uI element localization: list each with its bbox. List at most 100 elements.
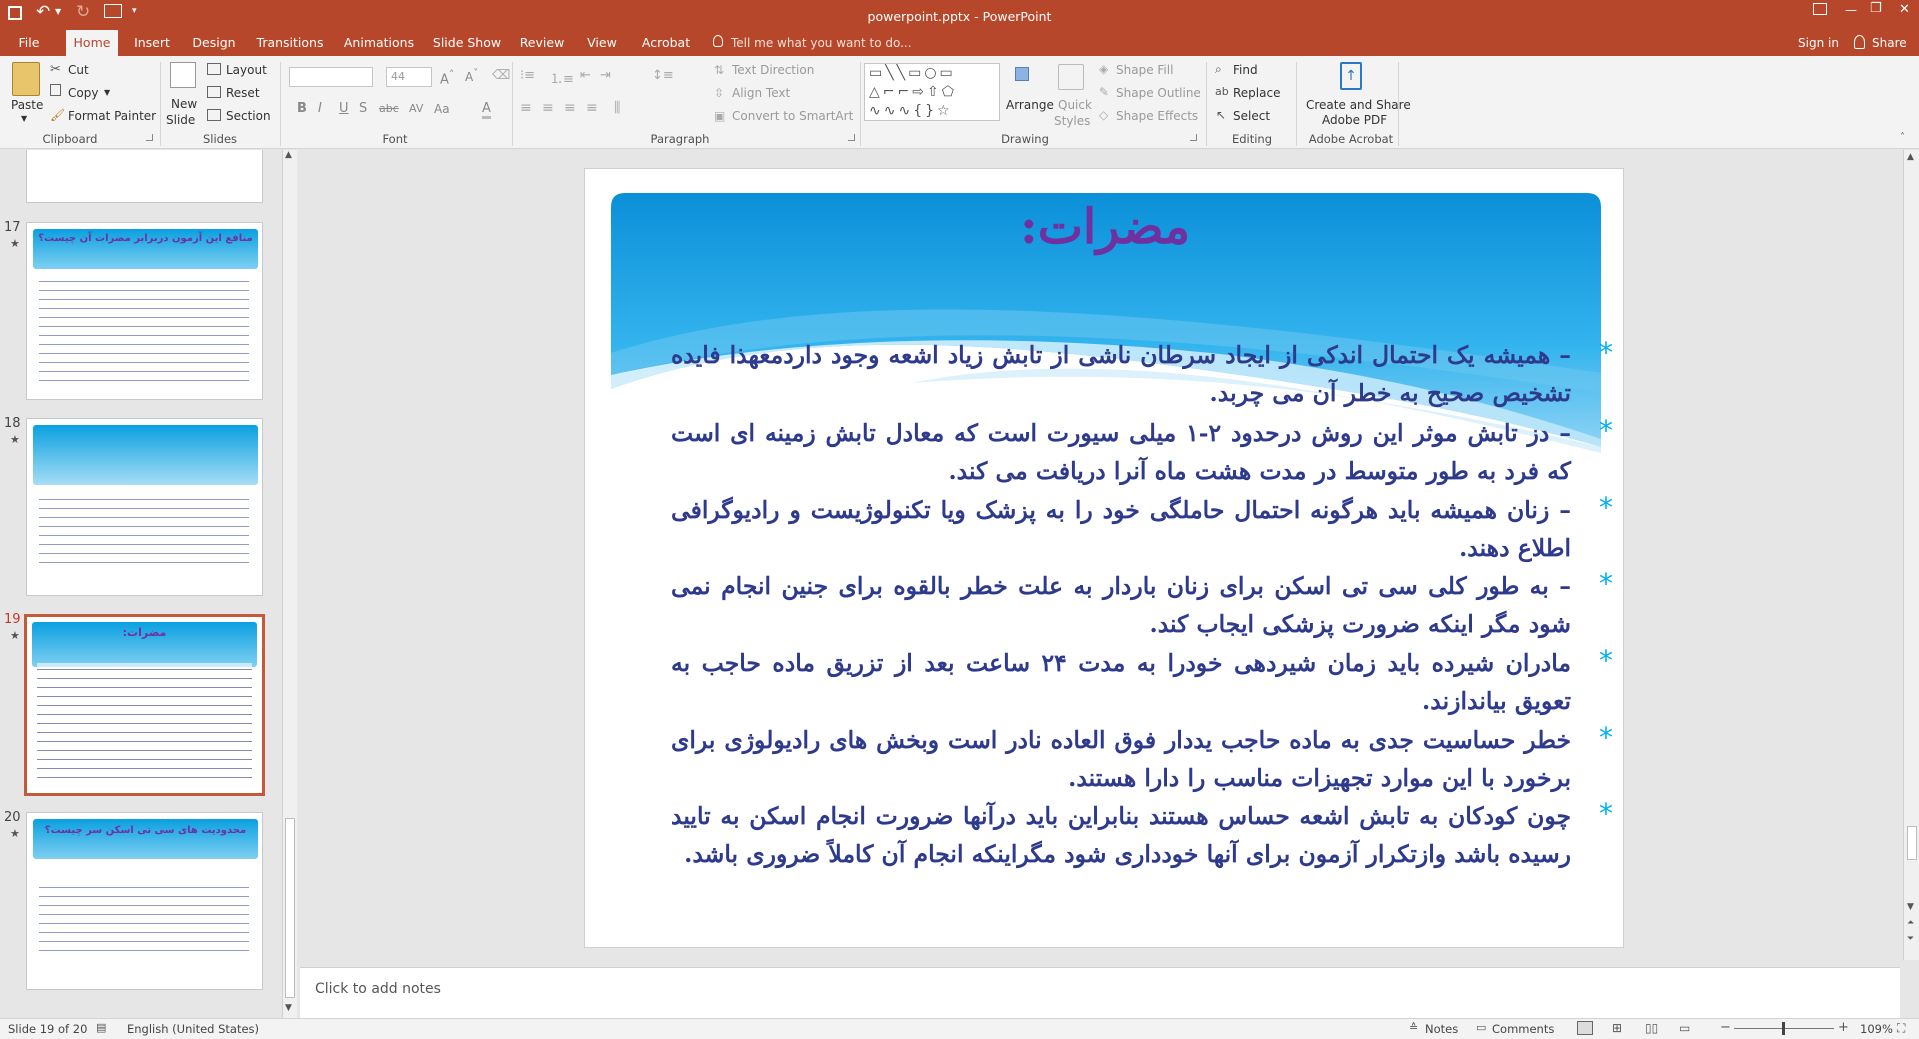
slide-counter[interactable]: Slide 19 of 20 xyxy=(8,1022,87,1036)
thumbnail-slide-18[interactable] xyxy=(26,418,263,596)
scroll-down-arrow-icon[interactable]: ▼ xyxy=(1907,902,1914,912)
clipboard-launcher-icon[interactable] xyxy=(146,134,153,141)
slide-show-icon[interactable]: ▭ xyxy=(1679,1021,1690,1035)
tab-review[interactable]: Review xyxy=(516,30,568,56)
new-slide-button-line1[interactable]: New xyxy=(171,97,197,111)
italic-icon[interactable]: I xyxy=(318,101,322,116)
shape-fill-button[interactable]: Shape Fill xyxy=(1116,63,1173,77)
clear-formatting-icon[interactable]: ⌫ xyxy=(492,68,510,83)
shape-effects-button[interactable]: Shape Effects xyxy=(1116,109,1198,123)
change-case-icon[interactable]: Aa xyxy=(434,102,450,116)
scroll-up-arrow-icon[interactable]: ▲ xyxy=(1907,152,1914,162)
notes-pane[interactable]: Click to add notes xyxy=(300,967,1900,1018)
tab-transitions[interactable]: Transitions xyxy=(250,30,330,56)
ribbon-display-options-icon[interactable] xyxy=(1813,3,1827,15)
comments-button[interactable]: Comments xyxy=(1492,1022,1554,1036)
cut-button[interactable]: Cut xyxy=(68,63,89,77)
quick-styles-icon[interactable] xyxy=(1058,64,1084,90)
decrease-indent-icon[interactable]: ⇤ xyxy=(580,68,591,83)
tell-me-box[interactable]: Tell me what you want to do... xyxy=(731,36,912,50)
align-right-icon[interactable]: ≡ xyxy=(564,100,576,116)
scrollbar-thumb[interactable] xyxy=(1907,826,1917,860)
new-slide-button-line2[interactable]: Slide xyxy=(166,113,195,127)
slide-bullet-2[interactable]: * – دز تابش موثر این روش درحدود ۲-۱ میلی… xyxy=(663,414,1623,494)
font-size-box[interactable]: 44 xyxy=(386,67,432,87)
reading-view-icon[interactable]: ▯▯ xyxy=(1645,1021,1658,1035)
thumbnail-slide-16[interactable] xyxy=(26,150,263,203)
notes-button[interactable]: Notes xyxy=(1425,1022,1458,1036)
layout-button[interactable]: Layout xyxy=(226,63,267,77)
shadow-icon[interactable]: S xyxy=(359,101,367,116)
paragraph-launcher-icon[interactable] xyxy=(848,134,855,141)
close-button[interactable]: ✕ xyxy=(1899,2,1910,17)
new-slide-icon[interactable] xyxy=(170,62,196,88)
justify-icon[interactable]: ≡ xyxy=(586,100,598,116)
language-indicator[interactable]: English (United States) xyxy=(127,1022,259,1036)
scroll-down-arrow-icon[interactable]: ▼ xyxy=(285,1003,292,1013)
slide-bullet-3[interactable]: * – زنان همیشه باید هرگونه احتمال حاملگی… xyxy=(663,491,1623,571)
tab-file[interactable]: File xyxy=(8,30,50,56)
align-text-button[interactable]: Align Text xyxy=(732,86,790,100)
tab-view[interactable]: View xyxy=(580,30,624,56)
paste-button[interactable]: Paste xyxy=(11,98,43,112)
shape-outline-button[interactable]: Shape Outline xyxy=(1116,86,1201,100)
align-center-icon[interactable]: ≡ xyxy=(542,100,554,116)
shapes-gallery[interactable]: ▭╲╲▭○▭ △⌐⌐⇨⇧⬠ ∿∿∿{}☆ xyxy=(864,63,1000,121)
align-left-icon[interactable]: ≡ xyxy=(520,100,532,116)
tab-slide-show[interactable]: Slide Show xyxy=(430,30,504,56)
zoom-slider-thumb[interactable] xyxy=(1782,1022,1785,1035)
tab-acrobat[interactable]: Acrobat xyxy=(636,30,696,56)
share-button[interactable]: Share xyxy=(1872,36,1907,50)
font-color-icon[interactable]: A xyxy=(482,101,491,119)
section-button[interactable]: Section xyxy=(226,109,271,123)
fit-to-window-icon[interactable]: ⛶ xyxy=(1897,1021,1905,1036)
zoom-in-icon[interactable]: + xyxy=(1838,1020,1849,1035)
previous-slide-icon[interactable]: ⏶ xyxy=(1907,918,1914,928)
thumbnail-scrollbar[interactable]: ▲ ▼ xyxy=(282,150,297,1018)
slide-bullet-1[interactable]: * – همیشه یک احتمال اندکی از ایجاد سرطان… xyxy=(663,336,1623,416)
tab-insert[interactable]: Insert xyxy=(126,30,178,56)
tab-animations[interactable]: Animations xyxy=(342,30,416,56)
columns-icon[interactable]: ⫼ xyxy=(614,100,620,116)
find-button[interactable]: Find xyxy=(1233,63,1258,77)
zoom-slider[interactable] xyxy=(1734,1022,1834,1035)
arrange-icon[interactable] xyxy=(1013,64,1039,90)
replace-button[interactable]: Replace xyxy=(1233,86,1280,100)
thumbnail-slide-17[interactable]: منافع این آزمون دربرابر مضرات آن چیست؟ xyxy=(26,222,263,400)
scroll-up-arrow-icon[interactable]: ▲ xyxy=(285,150,292,160)
text-direction-button[interactable]: Text Direction xyxy=(732,63,814,77)
strikethrough-icon[interactable]: abc xyxy=(379,102,399,115)
thumbnail-slide-20[interactable]: محدودیت های سی تی اسکن سر چیست؟ xyxy=(26,812,263,990)
numbering-icon[interactable]: ⒈≡ xyxy=(550,68,574,87)
zoom-level[interactable]: 109% xyxy=(1860,1022,1893,1036)
next-slide-icon[interactable]: ⏷ xyxy=(1907,934,1914,944)
tab-home[interactable]: Home xyxy=(66,30,118,56)
char-spacing-icon[interactable]: AV xyxy=(409,102,423,115)
paste-dropdown-icon[interactable]: ▼ xyxy=(21,114,27,123)
copy-button[interactable]: Copy xyxy=(68,86,98,100)
underline-icon[interactable]: U xyxy=(339,101,349,116)
notes-placeholder[interactable]: Click to add notes xyxy=(315,981,441,997)
restore-button[interactable]: ❐ xyxy=(1870,1,1882,16)
slide-bullet-4[interactable]: * – به طور کلی سی تی اسکن برای زنان بارد… xyxy=(663,567,1623,647)
minimize-button[interactable]: — xyxy=(1845,3,1857,17)
zoom-out-icon[interactable]: − xyxy=(1720,1020,1731,1035)
select-button[interactable]: Select xyxy=(1233,109,1270,123)
create-pdf-line2[interactable]: Adobe PDF xyxy=(1322,113,1387,127)
thumbnail-slide-19[interactable]: مضرات: xyxy=(24,614,265,796)
slide-scrollbar[interactable]: ▲ ▼ ⏶ ⏷ xyxy=(1903,150,1919,960)
increase-indent-icon[interactable]: ⇥ xyxy=(600,68,611,83)
decrease-font-icon[interactable]: A˅ xyxy=(465,68,478,84)
convert-smartart-button[interactable]: Convert to SmartArt xyxy=(732,109,853,123)
scrollbar-thumb[interactable] xyxy=(285,818,295,998)
line-spacing-icon[interactable]: ↕≡ xyxy=(652,68,674,83)
slide-canvas[interactable]: مضرات: * – همیشه یک احتمال اندکی از ایجا… xyxy=(584,168,1624,948)
create-pdf-line1[interactable]: Create and Share xyxy=(1306,98,1411,112)
quick-styles-line1[interactable]: Quick xyxy=(1058,98,1092,112)
bold-icon[interactable]: B xyxy=(297,101,307,116)
normal-view-icon[interactable] xyxy=(1577,1021,1593,1035)
drawing-launcher-icon[interactable] xyxy=(1190,134,1197,141)
font-name-box[interactable] xyxy=(289,67,373,87)
slide-title[interactable]: مضرات: xyxy=(585,199,1623,255)
tab-design[interactable]: Design xyxy=(188,30,240,56)
